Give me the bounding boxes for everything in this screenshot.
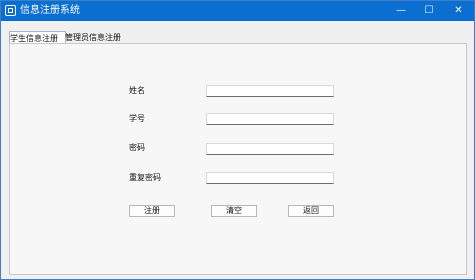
minimize-button[interactable]: — (387, 1, 415, 21)
name-field[interactable] (206, 85, 334, 97)
clear-button[interactable]: 清空 (211, 205, 257, 217)
title-bar: 信息注册系统 — ☐ ✕ (1, 1, 474, 21)
window-title: 信息注册系统 (20, 5, 80, 16)
student-id-label: 学号 (129, 114, 145, 123)
password-field[interactable] (206, 143, 334, 155)
app-icon (5, 5, 16, 16)
password-label: 密码 (129, 143, 145, 152)
tab-panel (9, 43, 467, 275)
name-label: 姓名 (129, 86, 145, 95)
app-window: 信息注册系统 — ☐ ✕ 学生信息注册 管理员信息注册 姓名 学号 密码 重复密… (0, 0, 475, 280)
confirm-password-field[interactable] (206, 172, 334, 184)
confirm-password-label: 重复密码 (129, 173, 161, 182)
register-button[interactable]: 注册 (129, 205, 175, 217)
maximize-button[interactable]: ☐ (415, 1, 443, 21)
back-button[interactable]: 返回 (288, 205, 334, 217)
student-id-field[interactable] (206, 113, 334, 125)
close-button[interactable]: ✕ (443, 1, 474, 21)
